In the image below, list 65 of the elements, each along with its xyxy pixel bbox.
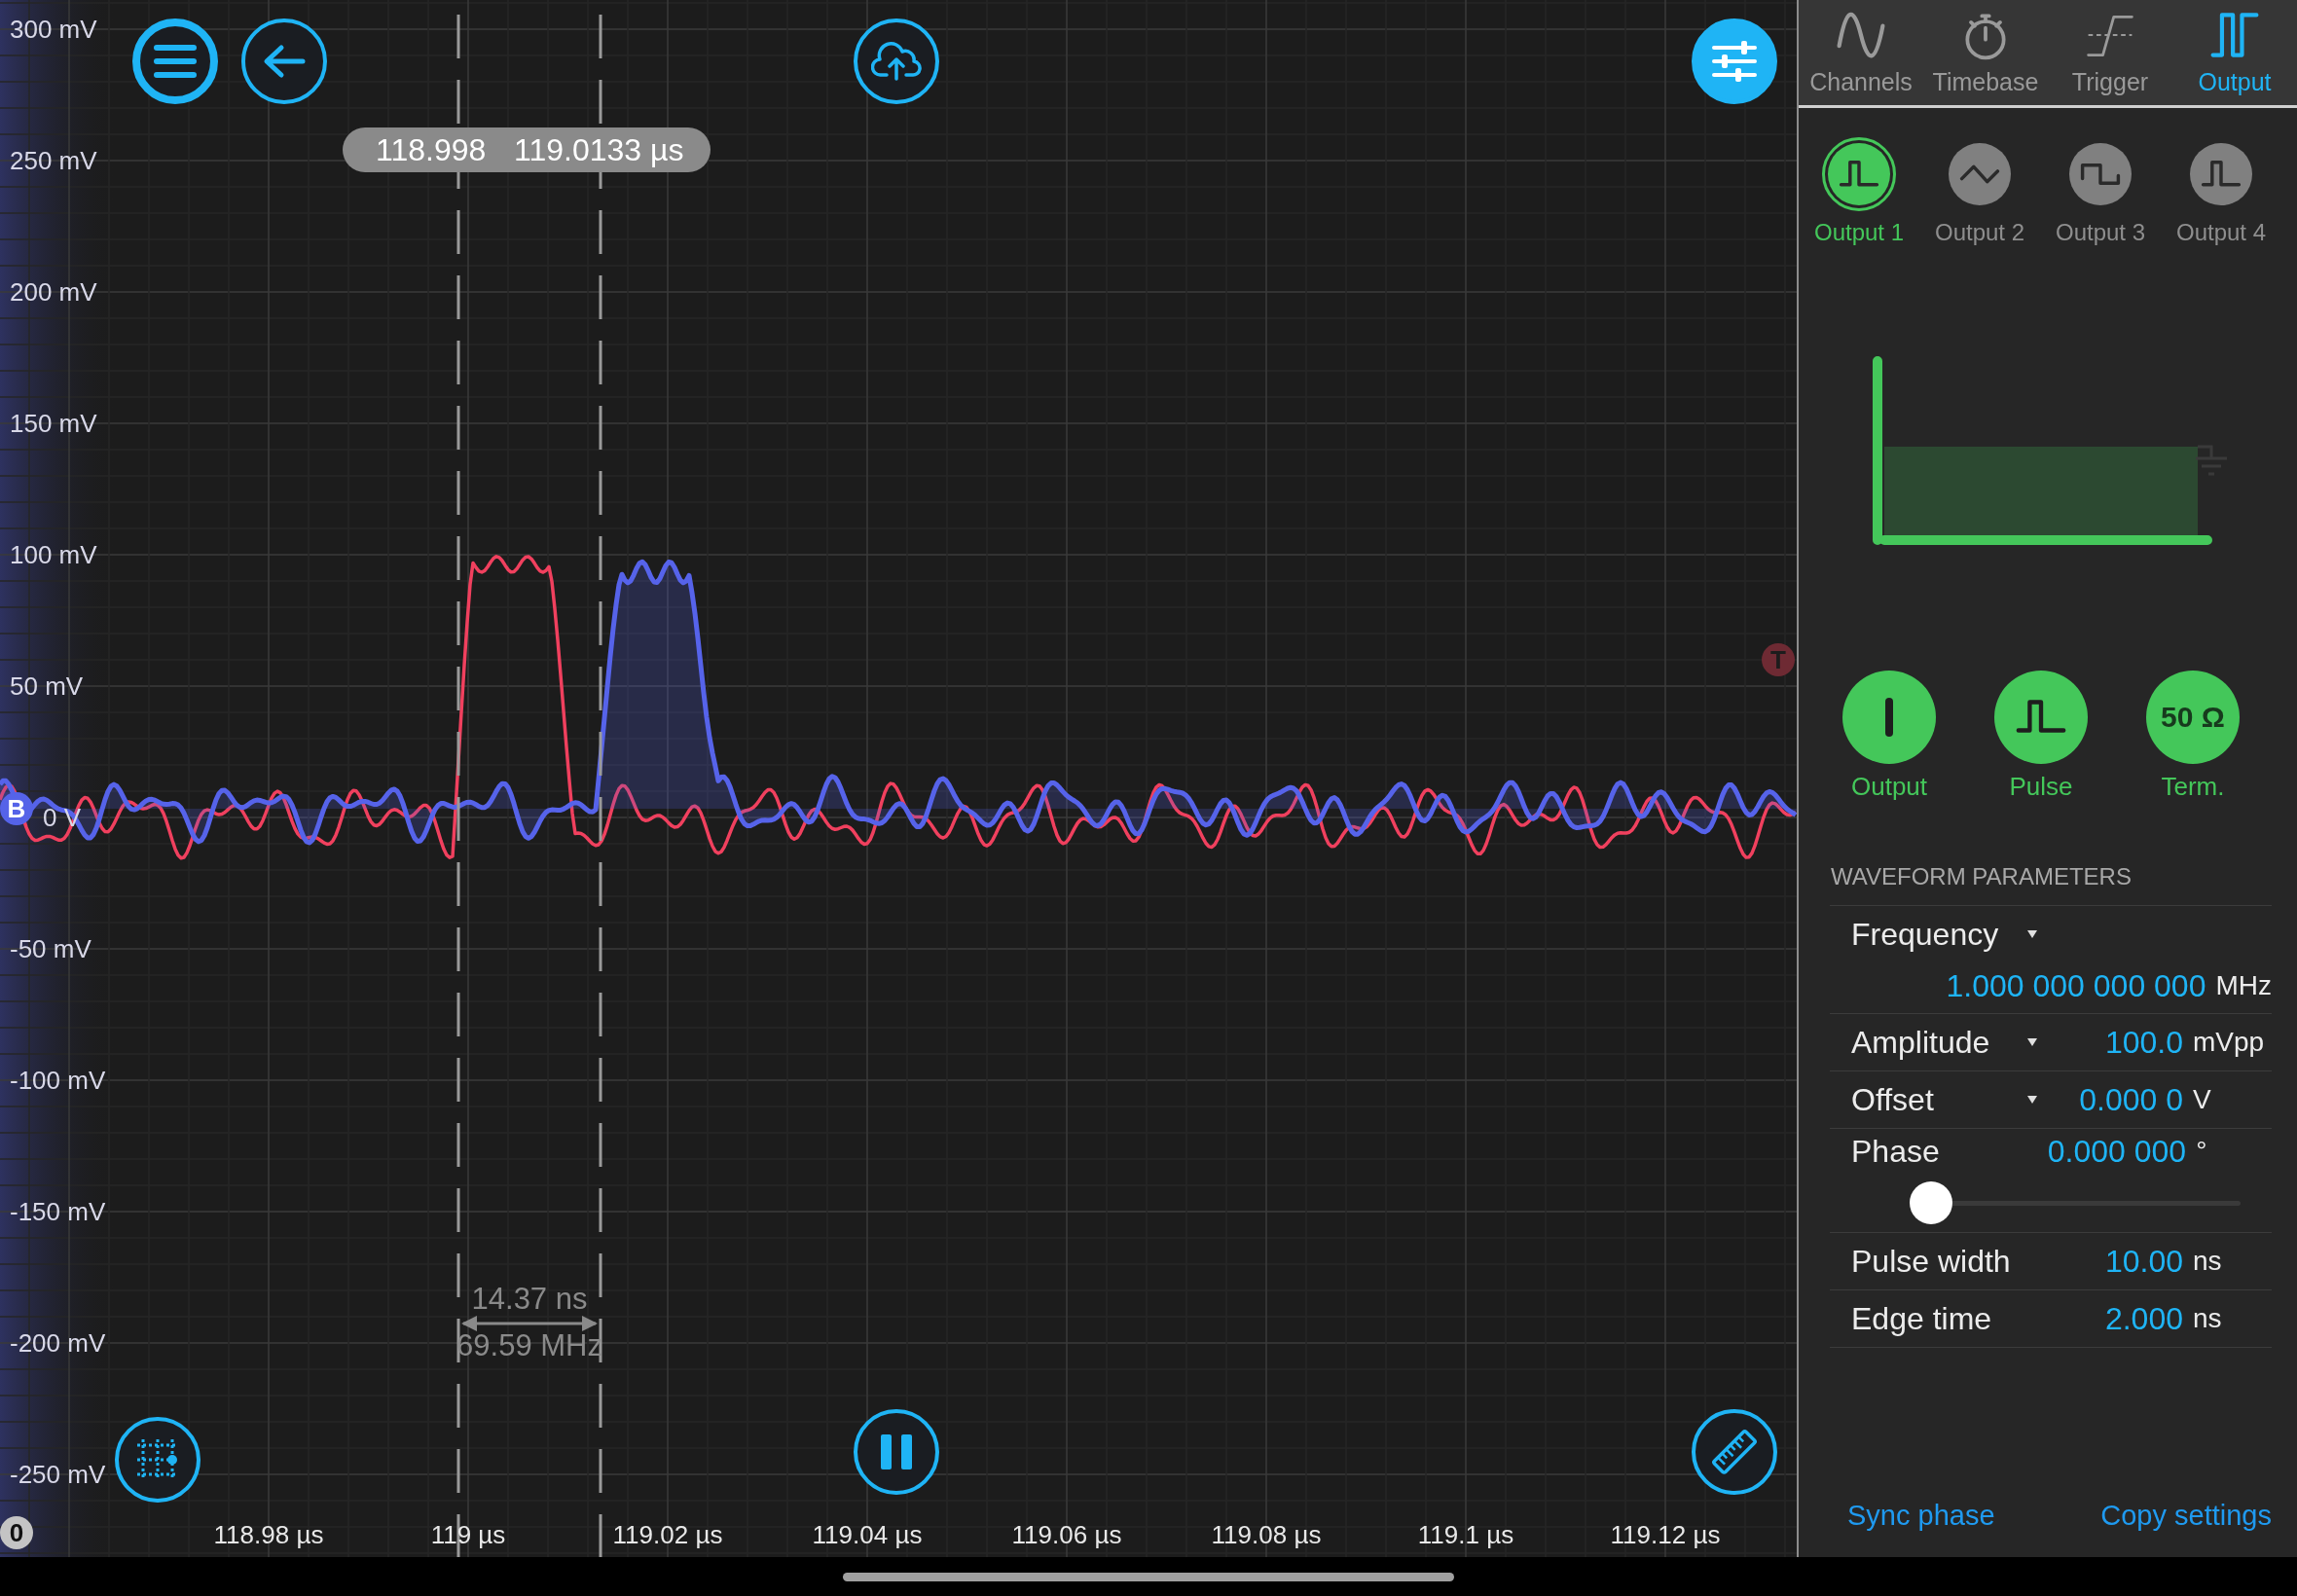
axis-label: 119.06 µs bbox=[1011, 1520, 1122, 1549]
axis-label: -150 mV bbox=[10, 1197, 106, 1226]
pause-icon bbox=[878, 1433, 915, 1471]
axis-label: 118.98 µs bbox=[213, 1520, 324, 1549]
tab[interactable]: Output bbox=[2172, 0, 2297, 105]
parameter-label: Phase bbox=[1851, 1133, 1941, 1170]
parameter-value[interactable]: 100.0 bbox=[2056, 1024, 2183, 1061]
parameter-label: Pulse width bbox=[1851, 1243, 2012, 1280]
unit-label: ° bbox=[2196, 1136, 2208, 1167]
link-button[interactable]: Sync phase bbox=[1847, 1500, 1995, 1532]
output-selector[interactable]: Output 1 bbox=[1799, 137, 1919, 246]
readout-text: 119.0133 µs bbox=[514, 131, 684, 169]
caret-icon bbox=[2026, 1095, 2038, 1105]
link-button[interactable]: Copy settings bbox=[2100, 1500, 2272, 1532]
axis-label: -250 mV bbox=[10, 1460, 106, 1489]
cloud-upload-icon bbox=[871, 42, 922, 81]
unit-label: ns bbox=[2193, 1246, 2223, 1277]
caret-icon bbox=[2026, 1037, 2038, 1047]
unit-label: mVpp bbox=[2193, 1027, 2266, 1058]
toggle-label: Term. bbox=[2161, 772, 2225, 802]
unit-label: MHz bbox=[2215, 970, 2272, 1001]
parameter-value[interactable]: 2.000 bbox=[2056, 1300, 2183, 1337]
termination-value: 50 Ω bbox=[2161, 701, 2225, 734]
back-icon bbox=[262, 44, 307, 79]
axis-label: -200 mV bbox=[10, 1328, 106, 1358]
unit-label: ns bbox=[2193, 1303, 2223, 1334]
parameter-label: Amplitude bbox=[1851, 1024, 1991, 1061]
tab[interactable]: Trigger bbox=[2048, 0, 2172, 105]
toggle-label: Pulse bbox=[2009, 772, 2073, 802]
axis-label: -50 mV bbox=[10, 934, 91, 963]
unit-label: V bbox=[2193, 1084, 2212, 1115]
parameter-value[interactable]: 10.00 bbox=[2056, 1243, 2183, 1280]
section-title: WAVEFORM PARAMETERS bbox=[1831, 862, 2133, 891]
parameter-label: Offset bbox=[1851, 1081, 1935, 1118]
tab[interactable]: Timebase bbox=[1923, 0, 2048, 105]
axis-label: 200 mV bbox=[10, 277, 97, 307]
axis-label: 250 mV bbox=[10, 146, 97, 175]
parameter-value[interactable]: 0.000 0 bbox=[2056, 1081, 2183, 1118]
axis-label: 300 mV bbox=[10, 15, 97, 44]
parameter-label: Frequency bbox=[1851, 916, 2000, 953]
parameter-value[interactable]: 1.000 000 000 000 bbox=[1946, 967, 2206, 1004]
readout-text: 118.998 bbox=[376, 131, 487, 169]
parameter-value[interactable]: 0.000 000 bbox=[2047, 1133, 2187, 1170]
sliders-icon bbox=[1711, 41, 1758, 82]
output-selector[interactable]: Output 2 bbox=[1919, 137, 2040, 246]
caret-icon bbox=[2026, 929, 2038, 939]
ruler-icon bbox=[1710, 1428, 1759, 1476]
axis-label: 119.08 µs bbox=[1211, 1520, 1322, 1549]
axis-label: 119.04 µs bbox=[812, 1520, 923, 1549]
axis-label: 119.12 µs bbox=[1610, 1520, 1721, 1549]
tab[interactable]: Channels bbox=[1799, 0, 1923, 105]
output-selector[interactable]: Output 3 bbox=[2040, 137, 2161, 246]
slider-thumb[interactable] bbox=[1910, 1181, 1952, 1224]
menu-icon bbox=[154, 45, 197, 78]
axis-label: 119.1 µs bbox=[1417, 1520, 1514, 1549]
home-indicator[interactable] bbox=[843, 1572, 1454, 1581]
measure-text: 14.37 ns bbox=[471, 1283, 588, 1316]
output-selector[interactable]: Output 4 bbox=[2161, 137, 2281, 246]
parameter-label: Edge time bbox=[1851, 1300, 1993, 1337]
axis-label: -100 mV bbox=[10, 1066, 106, 1095]
axis-label: 119.02 µs bbox=[612, 1520, 723, 1549]
axis-label: 50 mV bbox=[10, 671, 84, 701]
axis-label: 100 mV bbox=[10, 540, 97, 569]
toggle-label: Output bbox=[1850, 772, 1928, 802]
axis-label: 150 mV bbox=[10, 409, 97, 438]
